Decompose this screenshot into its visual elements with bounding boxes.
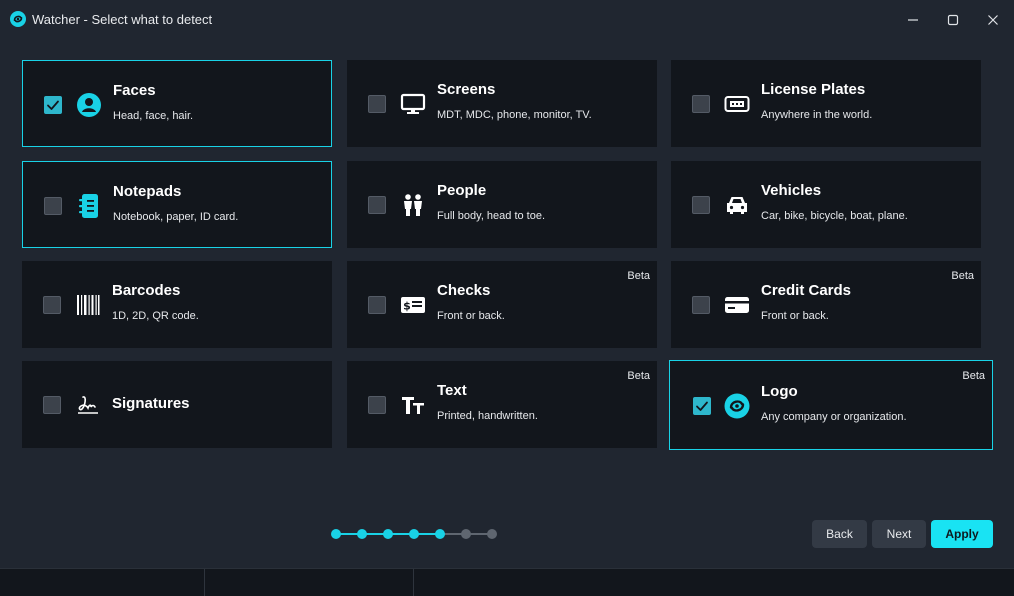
app-logo-icon (10, 11, 26, 27)
card-description: Full body, head to toe. (437, 210, 546, 222)
card-label: People (437, 182, 487, 199)
option-card-credit-cards[interactable]: Credit Cards Front or back. Beta (671, 261, 981, 348)
minimize-icon (908, 19, 918, 21)
apply-button[interactable]: Apply (931, 520, 993, 548)
option-card-text[interactable]: Text Printed, handwritten. Beta (347, 361, 657, 448)
close-button[interactable] (976, 6, 1010, 34)
checks-checkbox[interactable] (368, 296, 386, 314)
svg-text:$: $ (403, 300, 411, 313)
car-icon (723, 191, 751, 219)
checkmark-icon (47, 100, 59, 110)
faces-checkbox[interactable] (44, 96, 62, 114)
people-checkbox[interactable] (368, 196, 386, 214)
step-dot (435, 529, 445, 539)
option-card-vehicles[interactable]: Vehicles Car, bike, bicycle, boat, plane… (671, 161, 981, 248)
card-description: Front or back. (761, 310, 829, 322)
card-description: Printed, handwritten. (437, 410, 538, 422)
notepads-checkbox[interactable] (44, 197, 62, 215)
step-dot (331, 529, 341, 539)
step-dot (487, 529, 497, 539)
window-title: Watcher - Select what to detect (32, 12, 213, 27)
signature-icon (74, 391, 102, 419)
step-dot (461, 529, 471, 539)
option-card-license-plates[interactable]: License Plates Anywhere in the world. (671, 60, 981, 147)
beta-badge: Beta (627, 270, 650, 282)
text-checkbox[interactable] (368, 396, 386, 414)
logo-icon (723, 392, 751, 420)
license-plates-checkbox[interactable] (692, 95, 710, 113)
beta-badge: Beta (962, 370, 985, 382)
notepad-icon (75, 192, 103, 220)
maximize-button[interactable] (936, 6, 970, 34)
minimize-button[interactable] (896, 6, 930, 34)
vehicles-checkbox[interactable] (692, 196, 710, 214)
close-icon (988, 15, 998, 25)
card-description: Front or back. (437, 310, 505, 322)
barcodes-checkbox[interactable] (43, 296, 61, 314)
maximize-icon (947, 14, 959, 26)
card-description: Anywhere in the world. (761, 109, 873, 121)
beta-badge: Beta (951, 270, 974, 282)
card-label: Vehicles (761, 182, 822, 199)
card-label: Notepads (113, 183, 182, 200)
text-icon (399, 391, 427, 419)
status-bar-divider (204, 569, 205, 596)
next-button[interactable]: Next (872, 520, 926, 548)
wizard-progress-stepper (331, 528, 499, 540)
step-dot (409, 529, 419, 539)
signatures-checkbox[interactable] (43, 396, 61, 414)
step-dot (357, 529, 367, 539)
card-description: Notebook, paper, ID card. (113, 211, 239, 223)
option-card-logo[interactable]: Logo Any company or organization. Beta (669, 360, 993, 450)
checkmark-icon (696, 401, 708, 411)
card-label: Text (437, 382, 467, 399)
back-button[interactable]: Back (812, 520, 867, 548)
card-label: Faces (113, 82, 156, 99)
card-description: Head, face, hair. (113, 110, 194, 122)
card-label: License Plates (761, 81, 866, 98)
card-label: Signatures (112, 395, 190, 412)
option-card-checks[interactable]: $ Checks Front or back. Beta (347, 261, 657, 348)
option-card-signatures[interactable]: Signatures (22, 361, 332, 448)
card-label: Logo (761, 383, 798, 400)
monitor-icon (399, 90, 427, 118)
status-bar-divider (413, 569, 414, 596)
face-icon (75, 91, 103, 119)
barcode-icon (74, 291, 102, 319)
title-bar: Watcher - Select what to detect (0, 0, 1014, 40)
option-card-faces[interactable]: Faces Head, face, hair. (22, 60, 332, 147)
card-description: 1D, 2D, QR code. (112, 310, 199, 322)
card-description: Car, bike, bicycle, boat, plane. (761, 210, 908, 222)
credit-cards-checkbox[interactable] (692, 296, 710, 314)
card-description: Any company or organization. (761, 411, 907, 423)
option-card-barcodes[interactable]: Barcodes 1D, 2D, QR code. (22, 261, 332, 348)
card-label: Checks (437, 282, 491, 299)
beta-badge: Beta (627, 370, 650, 382)
option-card-people[interactable]: People Full body, head to toe. (347, 161, 657, 248)
license-plate-icon (723, 90, 751, 118)
card-label: Credit Cards (761, 282, 852, 299)
status-bar (0, 568, 1014, 596)
card-description: MDT, MDC, phone, monitor, TV. (437, 109, 592, 121)
option-card-notepads[interactable]: Notepads Notebook, paper, ID card. (22, 161, 332, 248)
people-icon (399, 191, 427, 219)
check-money-icon: $ (399, 291, 427, 319)
card-label: Screens (437, 81, 496, 98)
logo-checkbox[interactable] (693, 397, 711, 415)
credit-card-icon (723, 291, 751, 319)
card-label: Barcodes (112, 282, 181, 299)
option-card-screens[interactable]: Screens MDT, MDC, phone, monitor, TV. (347, 60, 657, 147)
step-dot (383, 529, 393, 539)
screens-checkbox[interactable] (368, 95, 386, 113)
